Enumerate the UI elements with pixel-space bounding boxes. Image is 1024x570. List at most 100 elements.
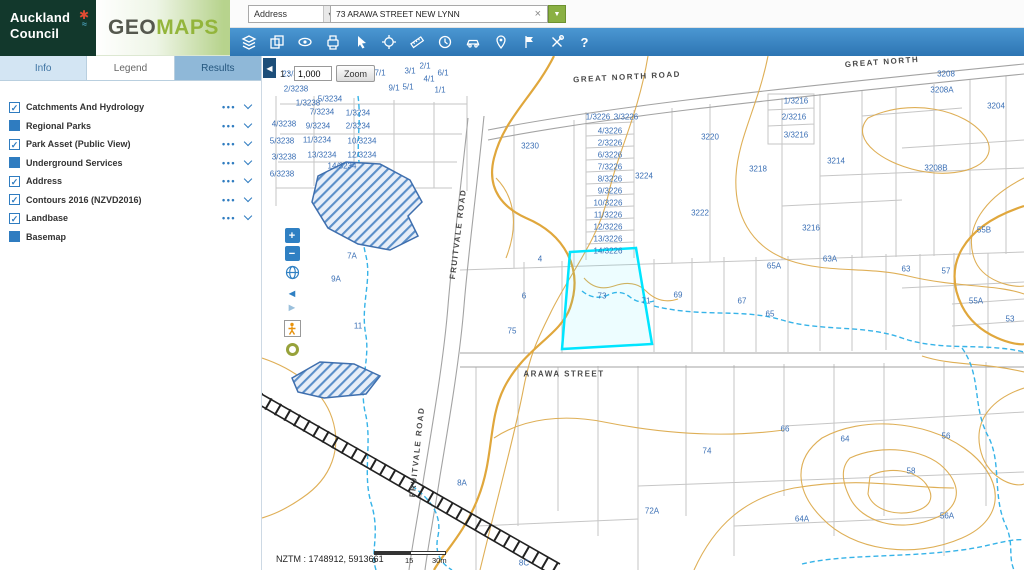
layer-label: Catchments And Hydrology (26, 102, 222, 112)
parcel-label: 8A (457, 479, 467, 488)
layer-checkbox[interactable]: ✓ (9, 139, 20, 150)
parcel-label: 3208 (937, 70, 955, 79)
map-viewport[interactable]: 23/32/32381/32384/32385/32383/32386/3238… (262, 56, 1024, 570)
scale-bar-label-0: 0 (372, 556, 376, 565)
tools-icon[interactable] (546, 32, 567, 53)
chevron-down-icon[interactable] (244, 194, 252, 202)
parcel-label: 55B (977, 226, 991, 235)
parcel-label: 7/3226 (598, 163, 622, 172)
parcel-label: 13/3234 (308, 151, 337, 160)
zoom-button[interactable]: Zoom (336, 65, 375, 82)
layer-checkbox[interactable] (9, 120, 20, 131)
brand-geo-text: GEO (108, 16, 156, 40)
chevron-down-icon[interactable] (244, 138, 252, 146)
scale-bar-line (374, 551, 446, 555)
parcel-label: 64 (841, 435, 850, 444)
auckland-council-logo[interactable]: Auckland Council ✱ ≈ (0, 0, 96, 56)
chevron-down-icon[interactable] (244, 101, 252, 109)
parcel-label: 1/1 (434, 86, 445, 95)
globe-icon[interactable] (285, 265, 300, 285)
logo-text-line2: Council (10, 26, 88, 42)
parcel-label: 63A (823, 255, 837, 264)
layer-checkbox[interactable] (9, 157, 20, 168)
parcel-label: 9/3234 (306, 122, 330, 131)
parcel-label: 4/1 (423, 75, 434, 84)
ruler-icon[interactable] (406, 32, 427, 53)
sidebar-tab[interactable]: Results (175, 56, 261, 80)
layer-checkbox[interactable]: ✓ (9, 102, 20, 113)
parcel-label: 4/3238 (272, 120, 296, 129)
zoom-out-button[interactable]: − (285, 246, 300, 261)
parcel-label: 2/3234 (346, 122, 370, 131)
chevron-down-icon[interactable] (244, 120, 252, 128)
layer-row: ✓ Landbase ••• (0, 209, 261, 228)
help-icon[interactable]: ? (574, 32, 595, 53)
search-input[interactable] (331, 9, 529, 19)
map-geometry (262, 56, 1024, 570)
scale-ratio-label: 1 : (280, 69, 290, 79)
layer-label: Regional Parks (26, 121, 222, 131)
parcel-label: 1/3234 (346, 109, 370, 118)
layer-checkbox[interactable] (9, 231, 20, 242)
search-category-select[interactable]: Address ▾ (248, 5, 338, 23)
layer-list: ✓ Catchments And Hydrology ••• Regional … (0, 81, 261, 246)
chevron-down-icon[interactable] (244, 212, 252, 220)
parcel-label: 2/3238 (284, 85, 308, 94)
parcel-label: 3224 (635, 172, 653, 181)
road-label: ARAWA STREET (523, 370, 604, 379)
locate-icon[interactable] (378, 32, 399, 53)
layer-menu-dots[interactable]: ••• (222, 139, 236, 149)
parcel-label: 12/3234 (348, 151, 377, 160)
scale-input[interactable] (294, 66, 332, 81)
back-arrow-button[interactable]: ◄ (287, 289, 298, 300)
layer-menu-dots[interactable]: ••• (222, 176, 236, 186)
chevron-down-icon[interactable] (244, 157, 252, 165)
parcel-label: 3204 (987, 102, 1005, 111)
parcel-label: 53 (1006, 315, 1015, 324)
parcel-label: 2/1 (419, 62, 430, 71)
street-view-person-icon[interactable] (284, 320, 301, 337)
layer-menu-dots[interactable]: ••• (222, 102, 236, 112)
parcel-label: 9A (331, 275, 341, 284)
bookmark-flag-icon[interactable] (518, 32, 539, 53)
layer-menu-dots[interactable]: ••• (222, 195, 236, 205)
layer-menu-dots[interactable]: ••• (222, 213, 236, 223)
parcel-label: 3/3216 (784, 131, 808, 140)
sidebar-tabs: InfoLegendResults (0, 56, 261, 81)
layer-checkbox[interactable]: ✓ (9, 176, 20, 187)
collapse-sidebar-button[interactable]: ◀ (263, 58, 276, 78)
circle-tool-icon[interactable] (286, 343, 299, 356)
layer-checkbox[interactable]: ✓ (9, 213, 20, 224)
chevron-down-icon[interactable] (244, 175, 252, 183)
parcel-label: 63 (902, 265, 911, 274)
parcel-label: 3214 (827, 157, 845, 166)
layer-menu-dots[interactable]: ••• (222, 158, 236, 168)
zoom-in-button[interactable]: + (285, 228, 300, 243)
history-icon[interactable] (434, 32, 455, 53)
sidebar-tab[interactable]: Info (0, 56, 87, 80)
layer-checkbox[interactable]: ✓ (9, 194, 20, 205)
clear-search-icon[interactable]: × (529, 8, 547, 20)
parcel-label: 4 (538, 255, 542, 264)
parcel-label: 69 (674, 291, 683, 300)
parcel-label: 65 (766, 310, 775, 319)
parcel-label: 14/3226 (594, 247, 623, 256)
place-pin-icon[interactable] (490, 32, 511, 53)
print-icon[interactable] (322, 32, 343, 53)
parcel-label: 10/3226 (594, 199, 623, 208)
vehicle-icon[interactable] (462, 32, 483, 53)
sidebar-tab[interactable]: Legend (87, 56, 174, 80)
layer-menu-dots[interactable]: ••• (222, 121, 236, 131)
search-go-button[interactable]: ▼ (548, 5, 566, 23)
duplicate-view-icon[interactable] (266, 32, 287, 53)
pointer-icon[interactable] (350, 32, 371, 53)
parcel-label: 9/1 (388, 84, 399, 93)
parcel-label: 4/3226 (598, 127, 622, 136)
app-header: Auckland Council ✱ ≈ GEOMAPS Address ▾ ×… (0, 0, 1024, 56)
layer-row: ✓ Catchments And Hydrology ••• (0, 98, 261, 117)
visibility-icon[interactable] (294, 32, 315, 53)
search-bar: Address ▾ × ▼ (230, 0, 1024, 28)
map-layers-icon[interactable] (238, 32, 259, 53)
parcel-label: 58 (907, 467, 916, 476)
forward-arrow-button[interactable]: ► (287, 303, 298, 314)
